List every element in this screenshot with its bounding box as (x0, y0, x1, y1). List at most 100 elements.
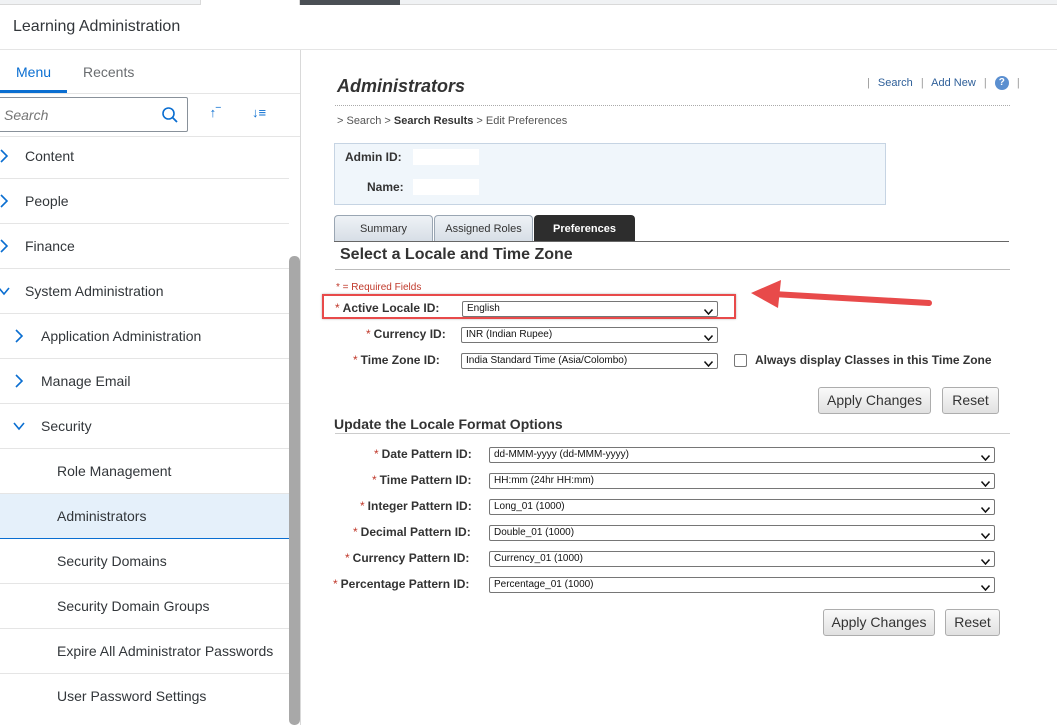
chevron-down-icon (980, 530, 991, 540)
highlight-box (322, 294, 736, 319)
currency-label-text: Currency ID: (373, 327, 446, 341)
admin-id-value (413, 149, 479, 165)
required-star: * (353, 353, 358, 367)
sort-descending-button[interactable]: ↓≡ (247, 105, 271, 127)
sidebar-item-security-domains[interactable]: Security Domains (0, 539, 289, 584)
breadcrumb-search-results[interactable]: Search Results (394, 115, 473, 127)
required-star: * (333, 577, 338, 591)
sidebar-item-administrators[interactable]: Administrators (0, 494, 289, 539)
sidebar: Menu Recents ↑‾ ↓≡ Content People Financ… (0, 50, 301, 725)
sidebar-item-application-administration[interactable]: Application Administration (0, 314, 289, 359)
tab-recents[interactable]: Recents (83, 64, 134, 80)
percentage-pattern-value: Percentage_01 (1000) (494, 579, 594, 590)
sidebar-item-label: Manage Email (41, 373, 131, 389)
chevron-right-icon (0, 193, 10, 209)
separator: | (1016, 76, 1020, 89)
annotation-arrow-icon (751, 280, 932, 308)
tab-summary[interactable]: Summary (334, 215, 433, 241)
search-link[interactable]: Search (878, 77, 913, 89)
required-star: * (360, 499, 365, 513)
help-icon[interactable]: ? (994, 76, 1009, 90)
chevron-right-icon (13, 328, 25, 344)
chevron-down-icon (980, 582, 991, 592)
sidebar-item-label: People (25, 193, 69, 209)
section-divider (335, 269, 1010, 270)
separator: | (867, 76, 870, 89)
tab-underline (0, 90, 67, 93)
currency-value: INR (Indian Rupee) (466, 329, 553, 340)
sidebar-item-content[interactable]: Content (0, 134, 289, 179)
sidebar-item-security[interactable]: Security (0, 404, 289, 449)
apply-changes-button[interactable]: Apply Changes (818, 387, 931, 414)
date-pattern-select[interactable]: dd-MMM-yyyy (dd-MMM-yyyy) (489, 447, 995, 463)
chevron-down-icon (703, 332, 714, 342)
sidebar-item-role-management[interactable]: Role Management (0, 449, 289, 494)
sidebar-item-finance[interactable]: Finance (0, 224, 289, 269)
integer-pattern-select[interactable]: Long_01 (1000) (489, 499, 995, 515)
chevron-right-icon (0, 238, 10, 254)
sidebar-item-label: Expire All Administrator Passwords (57, 643, 274, 659)
sidebar-item-manage-email[interactable]: Manage Email (0, 359, 289, 404)
chevron-down-icon (980, 452, 991, 462)
integer-pattern-label-text: Integer Pattern ID: (367, 499, 472, 513)
apply-changes-button-2[interactable]: Apply Changes (823, 609, 935, 636)
tab-assigned-roles[interactable]: Assigned Roles (434, 215, 533, 241)
search-icon[interactable] (161, 106, 179, 124)
reset-button[interactable]: Reset (942, 387, 999, 414)
chevron-right-icon (0, 148, 10, 164)
integer-pattern-value: Long_01 (1000) (494, 501, 565, 512)
sidebar-item-label: System Administration (25, 283, 164, 299)
time-pattern-label: * Time Pattern ID: (372, 473, 471, 487)
sidebar-item-security-domain-groups[interactable]: Security Domain Groups (0, 584, 289, 629)
name-label: Name: (367, 180, 404, 194)
percentage-pattern-select[interactable]: Percentage_01 (1000) (489, 577, 995, 593)
currency-select[interactable]: INR (Indian Rupee) (461, 327, 718, 343)
sidebar-item-label: User Password Settings (57, 688, 207, 704)
percentage-pattern-label-text: Percentage Pattern ID: (340, 577, 470, 591)
timezone-select[interactable]: India Standard Time (Asia/Colombo) (461, 353, 718, 369)
date-pattern-label: * Date Pattern ID: (374, 447, 472, 461)
sidebar-search-row: ↑‾ ↓≡ (0, 97, 300, 137)
search-input[interactable] (0, 98, 149, 131)
decimal-pattern-select[interactable]: Double_01 (1000) (489, 525, 995, 541)
currency-pattern-select[interactable]: Currency_01 (1000) (489, 551, 995, 567)
reset-button-2[interactable]: Reset (945, 609, 1000, 636)
sidebar-item-label: Application Administration (41, 328, 202, 344)
sidebar-item-label: Role Management (57, 463, 172, 479)
section-format-title: Update the Locale Format Options (334, 416, 563, 432)
sidebar-item-system-administration[interactable]: System Administration (0, 269, 289, 314)
always-display-checkbox[interactable] (734, 354, 747, 367)
chevron-down-icon (980, 556, 991, 566)
decimal-pattern-value: Double_01 (1000) (494, 527, 575, 538)
section-locale-title: Select a Locale and Time Zone (340, 246, 573, 263)
app-title: Learning Administration (13, 18, 181, 35)
breadcrumb-prefix[interactable]: > Search > (337, 115, 394, 127)
sidebar-item-label: Security Domain Groups (57, 598, 210, 614)
required-star: * (353, 525, 358, 539)
app-header: Learning Administration (0, 5, 1057, 50)
date-pattern-value: dd-MMM-yyyy (dd-MMM-yyyy) (494, 449, 629, 460)
date-pattern-label-text: Date Pattern ID: (381, 447, 472, 461)
chevron-down-icon (980, 478, 991, 488)
tab-menu[interactable]: Menu (16, 64, 51, 80)
required-fields-note: * = Required Fields (336, 282, 422, 293)
sort-ascending-button[interactable]: ↑‾ (203, 105, 227, 127)
sidebar-item-user-password-settings[interactable]: User Password Settings (0, 674, 289, 719)
title-divider (335, 105, 1010, 106)
time-pattern-select[interactable]: HH:mm (24hr HH:mm) (489, 473, 995, 489)
sidebar-tabs: Menu Recents (0, 50, 300, 94)
decimal-pattern-label: * Decimal Pattern ID: (353, 525, 471, 539)
sidebar-item-people[interactable]: People (0, 179, 289, 224)
separator: | (920, 76, 924, 89)
decimal-pattern-label-text: Decimal Pattern ID: (360, 525, 471, 539)
page-title: Administrators (337, 76, 466, 96)
required-star: * (374, 447, 379, 461)
sidebar-scrollbar[interactable] (289, 256, 300, 725)
sidebar-item-expire-passwords[interactable]: Expire All Administrator Passwords (0, 629, 289, 674)
add-new-link[interactable]: Add New (931, 77, 976, 89)
tab-preferences[interactable]: Preferences (534, 215, 635, 241)
timezone-label-text: Time Zone ID: (360, 353, 440, 367)
integer-pattern-label: * Integer Pattern ID: (360, 499, 472, 513)
always-display-label: Always display Classes in this Time Zone (755, 353, 992, 367)
chevron-down-icon (703, 358, 714, 368)
